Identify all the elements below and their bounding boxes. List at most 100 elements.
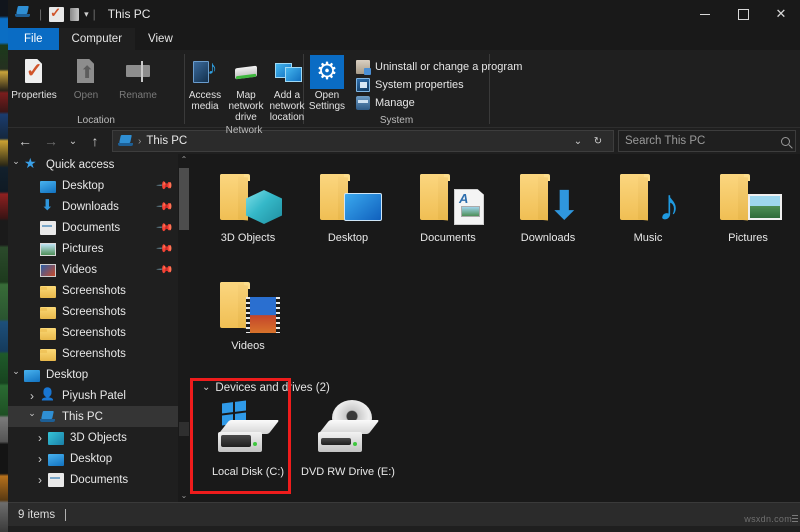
pin-icon[interactable]: 📌 (156, 176, 175, 195)
manage-icon (356, 96, 370, 110)
navigation-scrollbar[interactable]: ⌃ ⌄ (178, 154, 190, 502)
this-pc-icon (40, 409, 56, 425)
navigation-pane: Quick access Desktop 📌 Downloads 📌 (8, 154, 190, 502)
desktop-background-strip (0, 0, 8, 532)
refresh-icon[interactable]: ↻ (588, 129, 608, 153)
system-properties-button[interactable]: System properties (356, 76, 522, 94)
access-media-button[interactable]: Access media (185, 54, 225, 123)
scrollbar-thumb[interactable] (179, 168, 189, 230)
rename-button[interactable]: Rename (112, 54, 164, 113)
chevron-right-icon[interactable] (32, 452, 48, 466)
dvd-rw-drive-icon (312, 400, 384, 462)
window-title: This PC (107, 7, 151, 21)
search-placeholder: Search This PC (625, 135, 706, 147)
sidebar-item-3d-objects[interactable]: 3D Objects (8, 427, 178, 448)
item-music[interactable]: Music (598, 162, 698, 270)
properties-qat-icon[interactable] (49, 5, 65, 22)
scrollbar-thumb-secondary[interactable] (179, 422, 189, 436)
sidebar-item-label: Piyush Patel (62, 389, 126, 402)
system-properties-label: System properties (375, 79, 464, 91)
item-downloads[interactable]: Downloads (498, 162, 598, 270)
pin-icon[interactable]: 📌 (156, 260, 175, 279)
item-local-disk-c[interactable]: Local Disk (C:) (198, 396, 298, 502)
item-documents[interactable]: Documents (398, 162, 498, 270)
customize-caret-icon[interactable]: ▾ (84, 9, 89, 20)
sidebar-item-label: Documents (70, 473, 129, 486)
sidebar-item-label: 3D Objects (70, 431, 127, 444)
open-button[interactable]: Open (60, 54, 112, 113)
sidebar-item-label: Screenshots (62, 347, 126, 360)
sidebar-item-downloads[interactable]: Downloads 📌 (8, 196, 178, 217)
sidebar-item-label: Screenshots (62, 284, 126, 297)
chevron-right-icon[interactable] (32, 431, 48, 445)
search-icon (781, 136, 790, 146)
back-arrow-icon[interactable]: ← (12, 129, 38, 153)
item-3d-objects[interactable]: 3D Objects (198, 162, 298, 270)
forward-arrow-icon[interactable]: → (38, 129, 64, 153)
window-controls: ✕ (686, 0, 800, 28)
sidebar-item-desktop-root[interactable]: Desktop (8, 364, 178, 385)
tab-view[interactable]: View (135, 28, 186, 50)
sidebar-item-quick-access[interactable]: Quick access (8, 154, 178, 175)
item-videos[interactable]: Videos (198, 270, 298, 378)
devices-and-drives-header[interactable]: ⌄ Devices and drives (2) (202, 382, 800, 395)
pin-icon[interactable]: 📌 (156, 218, 175, 237)
tab-computer[interactable]: Computer (58, 28, 136, 50)
sidebar-item-screenshots-3[interactable]: Screenshots (8, 322, 178, 343)
map-network-drive-icon (231, 57, 261, 87)
folders-grid: 3D Objects Desktop A Documents ⬇ Downloa… (198, 162, 800, 378)
manage-button[interactable]: Manage (356, 94, 522, 112)
recent-locations-icon[interactable]: ⌄ (64, 129, 82, 153)
sidebar-item-videos[interactable]: Videos 📌 (8, 259, 178, 280)
chevron-down-icon[interactable] (8, 369, 24, 380)
item-desktop[interactable]: Desktop (298, 162, 398, 270)
sidebar-item-screenshots-4[interactable]: Screenshots (8, 343, 178, 364)
drive-qat-icon[interactable] (70, 8, 80, 21)
open-settings-button[interactable]: ⚙ Open Settings (304, 54, 350, 113)
sidebar-item-screenshots-1[interactable]: Screenshots (8, 280, 178, 301)
properties-button[interactable]: Properties (8, 54, 60, 113)
access-media-label: Access media (188, 90, 222, 112)
add-network-location-button[interactable]: Add a network location (267, 54, 307, 123)
minimize-icon[interactable] (686, 0, 724, 28)
item-pictures[interactable]: Pictures (698, 162, 798, 270)
search-input[interactable]: Search This PC (618, 130, 796, 152)
address-dropdown-icon[interactable]: ⌄ (568, 129, 588, 153)
drives-grid: Local Disk (C:) DVD RW Drive (E:) (198, 396, 800, 502)
sidebar-item-label: Pictures (62, 242, 104, 255)
sidebar-item-label: Quick access (46, 158, 115, 171)
tab-file[interactable]: File (8, 28, 59, 50)
breadcrumb-chevron-icon: › (138, 135, 142, 147)
sidebar-item-screenshots-2[interactable]: Screenshots (8, 301, 178, 322)
scroll-up-icon[interactable]: ⌃ (178, 154, 190, 166)
sidebar-item-documents[interactable]: Documents 📌 (8, 217, 178, 238)
rename-button-label: Rename (119, 90, 157, 101)
chevron-right-icon[interactable] (24, 389, 40, 403)
collapse-chevron-icon[interactable]: ⌄ (202, 382, 210, 393)
pin-icon[interactable]: 📌 (156, 239, 175, 258)
documents-icon (40, 221, 56, 235)
content-pane: 3D Objects Desktop A Documents ⬇ Downloa… (190, 154, 800, 502)
chevron-down-icon[interactable] (24, 411, 40, 422)
map-network-drive-button[interactable]: Map network drive (225, 54, 267, 123)
sidebar-item-desktop-pc[interactable]: Desktop (8, 448, 178, 469)
item-label: 3D Objects (220, 232, 276, 244)
sidebar-item-label: Screenshots (62, 305, 126, 318)
sidebar-item-desktop-qa[interactable]: Desktop 📌 (8, 175, 178, 196)
chevron-right-icon[interactable] (32, 473, 48, 487)
scroll-down-icon[interactable]: ⌄ (178, 490, 190, 502)
sidebar-item-this-pc[interactable]: This PC (8, 406, 178, 427)
uninstall-program-button[interactable]: Uninstall or change a program (356, 58, 522, 76)
item-dvd-rw-drive-e[interactable]: DVD RW Drive (E:) (298, 396, 398, 502)
close-icon[interactable]: ✕ (762, 0, 800, 28)
sidebar-item-documents-pc[interactable]: Documents (8, 469, 178, 490)
chevron-down-icon[interactable] (8, 159, 24, 170)
sidebar-item-pictures[interactable]: Pictures 📌 (8, 238, 178, 259)
sidebar-item-piyush-patel[interactable]: Piyush Patel (8, 385, 178, 406)
pin-icon[interactable]: 📌 (156, 197, 175, 216)
status-bar: 9 items wsxdn.com (8, 502, 800, 526)
add-network-location-icon (272, 57, 302, 87)
maximize-icon[interactable] (724, 0, 762, 28)
explorer-body: Quick access Desktop 📌 Downloads 📌 (8, 154, 800, 502)
up-arrow-icon[interactable]: ↑ (82, 129, 108, 153)
